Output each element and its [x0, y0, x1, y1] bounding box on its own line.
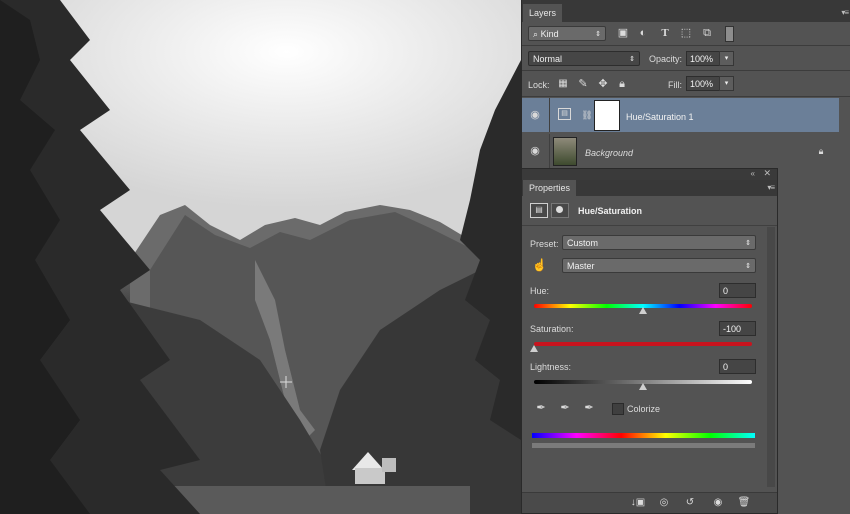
colorize-label: Colorize [627, 404, 661, 414]
filter-toggle-icon[interactable] [725, 26, 734, 42]
type-filter-icon[interactable]: T [658, 26, 672, 40]
updown-arrows-icon: ⇕ [745, 240, 751, 247]
fill-dropdown-button[interactable]: ▾ [719, 76, 734, 91]
adjustment-icon[interactable]: ▤ [530, 203, 548, 218]
tab-properties[interactable]: Properties [523, 180, 577, 196]
hue-slider-thumb[interactable] [639, 307, 647, 314]
saturation-input[interactable]: -100 [719, 321, 756, 336]
fill-input[interactable]: 100% [686, 76, 720, 91]
view-previous-state-icon[interactable]: ◎ [656, 496, 672, 510]
document-canvas[interactable] [0, 0, 521, 514]
smart-object-filter-icon[interactable]: ⧉ [700, 26, 714, 40]
panel-dock-background [778, 168, 850, 514]
properties-tabbar: Properties ▾≡ [522, 180, 777, 196]
updown-arrows-icon: ⇕ [629, 56, 635, 63]
layer-mask-thumbnail[interactable] [594, 100, 620, 131]
hue-saturation-adjustment-icon: ▤ [558, 108, 571, 120]
saturation-slider[interactable] [534, 342, 752, 346]
saturation-slider-thumb[interactable] [530, 345, 538, 352]
layer-name[interactable]: Hue/Saturation 1 [626, 112, 694, 122]
layers-panel: Layers ▾≡ ⌕ Kind ⇕ ▣ ◐ T ⬚ ⧉ Normal ⇕ Op… [521, 0, 850, 168]
colorize-checkbox[interactable] [612, 403, 624, 415]
lock-label: Lock: [528, 80, 550, 90]
eyedropper-icon[interactable]: ✒ [534, 401, 548, 415]
updown-arrows-icon: ⇕ [745, 263, 751, 270]
visibility-eye-icon[interactable]: ◉ [528, 145, 542, 157]
layers-tabbar: Layers ▾≡ [522, 0, 850, 22]
delete-adjustment-trash-icon[interactable]: 🗑︎ [736, 496, 752, 510]
opacity-label: Opacity: [649, 54, 683, 64]
blend-mode-dropdown[interactable]: Normal ⇕ [528, 51, 640, 66]
updown-arrows-icon: ⇕ [595, 31, 601, 38]
layer-row-background[interactable]: ◉ Background 🔒︎ [522, 134, 850, 168]
kind-filter-label: Kind [540, 29, 559, 39]
saturation-label: Saturation: [530, 324, 574, 334]
properties-panel-menu-icon[interactable]: ▾≡ [767, 183, 775, 192]
mask-icon[interactable] [551, 203, 569, 218]
preset-value: Custom [567, 238, 599, 248]
channel-dropdown[interactable]: Master ⇕ [562, 258, 756, 273]
properties-bottom-bar: ↓▣ ◎ ↺ ◉ 🗑︎ [522, 492, 777, 513]
lightness-input[interactable]: 0 [719, 359, 756, 374]
search-icon: ⌕ [533, 29, 539, 39]
properties-scrollbar[interactable] [767, 227, 775, 487]
properties-title: Hue/Saturation [578, 206, 643, 216]
lightness-slider-thumb[interactable] [639, 383, 647, 390]
image-filter-icon[interactable]: ▣ [616, 26, 630, 40]
lock-transparency-icon[interactable]: ▦ [556, 77, 570, 91]
input-color-bar [532, 433, 755, 438]
eyedropper-plus-icon[interactable]: ✒ [558, 401, 572, 415]
close-panel-icon[interactable]: ✕ [763, 168, 771, 179]
visibility-eye-icon[interactable]: ◉ [528, 109, 542, 121]
lock-all-icon[interactable]: 🔒︎ [615, 77, 629, 91]
targeted-adjustment-hand-icon[interactable]: ☝ [532, 258, 547, 272]
collapse-panel-icon[interactable]: « [751, 169, 755, 178]
preset-dropdown[interactable]: Custom ⇕ [562, 235, 756, 250]
hue-label: Hue: [530, 286, 550, 296]
layer-locked-icon: 🔒︎ [818, 146, 824, 156]
output-color-bar [532, 443, 755, 448]
preset-label: Preset: [530, 239, 559, 249]
opacity-dropdown-button[interactable]: ▾ [719, 51, 734, 66]
channel-value: Master [567, 261, 595, 271]
landscape-photo [0, 0, 521, 514]
reset-adjustment-icon[interactable]: ↺ [682, 496, 698, 510]
blend-mode-value: Normal [533, 54, 563, 64]
layer-row-hue-saturation[interactable]: ◉ ▤ ⛓ Hue/Saturation 1 [522, 98, 839, 132]
layer-name[interactable]: Background [585, 148, 633, 158]
mask-link-chain-icon[interactable]: ⛓ [580, 108, 594, 122]
adjustment-filter-icon[interactable]: ◐ [636, 26, 650, 40]
kind-filter-dropdown[interactable]: ⌕ Kind ⇕ [528, 26, 606, 41]
lock-position-move-icon[interactable]: ✥ [596, 77, 610, 91]
shape-filter-icon[interactable]: ⬚ [679, 26, 693, 40]
lock-pixels-brush-icon[interactable]: ✎ [576, 77, 590, 91]
eyedropper-minus-icon[interactable]: ✒ [582, 401, 596, 415]
hue-input[interactable]: 0 [719, 283, 756, 298]
clip-to-layer-icon[interactable]: ↓▣ [630, 496, 646, 510]
background-thumbnail[interactable] [553, 137, 577, 166]
opacity-input[interactable]: 100% [686, 51, 720, 66]
properties-panel: « ✕ Properties ▾≡ ▤ Hue/Saturation Prese… [521, 168, 778, 514]
tab-layers[interactable]: Layers [523, 4, 563, 22]
fill-label: Fill: [668, 80, 682, 90]
lightness-label: Lightness: [530, 362, 572, 372]
toggle-visibility-eye-icon[interactable]: ◉ [710, 496, 726, 510]
layers-panel-menu-icon[interactable]: ▾≡ [841, 8, 849, 17]
